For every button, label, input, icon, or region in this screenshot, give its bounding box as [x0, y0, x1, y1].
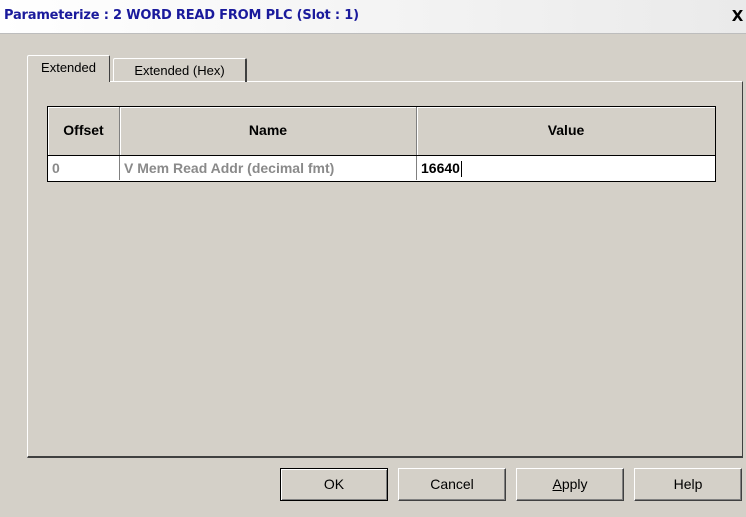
column-header-offset[interactable]: Offset: [48, 107, 120, 155]
tab-extended-hex[interactable]: Extended (Hex): [113, 58, 247, 82]
cell-name: V Mem Read Addr (decimal fmt): [120, 156, 417, 180]
apply-label: Apply: [552, 476, 588, 492]
close-icon[interactable]: X: [729, 7, 746, 25]
column-header-value[interactable]: Value: [417, 107, 715, 155]
value-field[interactable]: 16640: [417, 156, 715, 180]
column-header-name[interactable]: Name: [120, 107, 417, 155]
table-row[interactable]: 0 V Mem Read Addr (decimal fmt) 16640: [48, 155, 715, 181]
value-text: 16640: [421, 160, 460, 176]
cancel-button[interactable]: Cancel: [398, 468, 506, 501]
window-title: Parameterize : 2 WORD READ FROM PLC (Slo…: [4, 8, 359, 23]
title-bar[interactable]: Parameterize : 2 WORD READ FROM PLC (Slo…: [0, 0, 746, 34]
text-caret: [460, 161, 462, 178]
ok-button[interactable]: OK: [280, 468, 388, 501]
help-button[interactable]: Help: [634, 468, 742, 501]
cell-offset: 0: [48, 156, 120, 180]
tab-extended[interactable]: Extended: [27, 55, 110, 82]
parameter-grid: Offset Name Value 0 V Mem Read Addr (dec…: [47, 106, 716, 182]
apply-button[interactable]: Apply: [516, 468, 624, 501]
grid-header-row: Offset Name Value: [48, 107, 715, 155]
